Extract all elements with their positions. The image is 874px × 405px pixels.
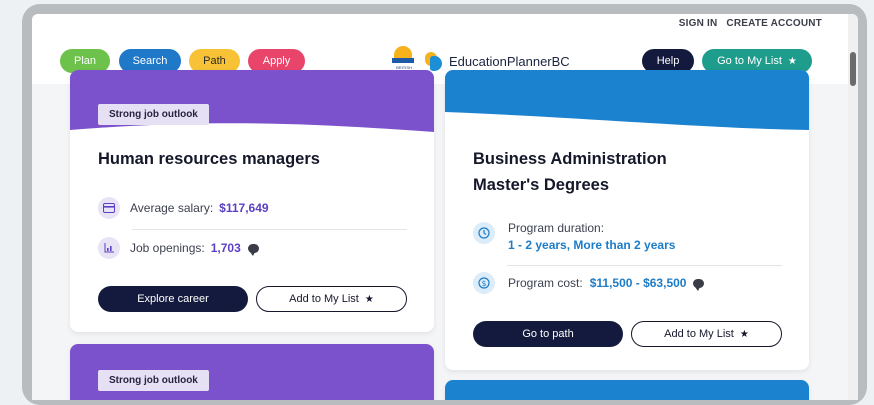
program-duration-value: 1 - 2 years, More than 2 years bbox=[508, 238, 676, 252]
career-card: Strong job outlook bbox=[70, 344, 434, 400]
go-to-my-list-label: Go to My List bbox=[717, 55, 782, 67]
program-cost-label: Program cost: bbox=[508, 276, 583, 290]
program-duration-row: Program duration: 1 - 2 years, More than… bbox=[473, 220, 675, 254]
star-icon: ★ bbox=[739, 328, 749, 340]
education-planner-logo-icon bbox=[425, 50, 443, 72]
clock-icon bbox=[473, 222, 495, 244]
program-title-line-1[interactable]: Business Administration bbox=[473, 146, 667, 172]
program-card: Business Administration Master's Degrees… bbox=[445, 70, 809, 370]
dollar-icon: $ bbox=[473, 272, 495, 294]
bar-chart-icon bbox=[98, 237, 120, 259]
career-add-to-my-list-button[interactable]: Add to My List ★ bbox=[256, 286, 407, 312]
explore-career-button[interactable]: Explore career bbox=[98, 286, 248, 312]
program-card bbox=[445, 380, 809, 400]
scrollbar-thumb[interactable] bbox=[850, 52, 856, 86]
job-openings-value: 1,703 bbox=[210, 241, 241, 255]
job-outlook-badge: Strong job outlook bbox=[98, 104, 209, 125]
account-links: SIGN IN CREATE ACCOUNT bbox=[673, 18, 822, 29]
salary-row: Average salary: $117,649 bbox=[98, 197, 269, 219]
salary-value: $117,649 bbox=[219, 201, 269, 215]
comment-icon[interactable] bbox=[247, 243, 259, 256]
program-cost-value: $11,500 - $63,500 bbox=[589, 276, 687, 290]
job-outlook-badge: Strong job outlook bbox=[98, 370, 209, 391]
browser-screen: SIGN IN CREATE ACCOUNT Plan Search Path … bbox=[32, 14, 858, 400]
career-card: Strong job outlook Human resources manag… bbox=[70, 70, 434, 332]
add-to-my-list-label: Add to My List bbox=[289, 293, 359, 305]
program-title-line-2[interactable]: Master's Degrees bbox=[473, 172, 609, 198]
program-card-band bbox=[445, 70, 809, 130]
program-cost-row: $ Program cost: $11,500 - $63,500 bbox=[473, 272, 705, 294]
salary-label: Average salary: bbox=[130, 201, 214, 215]
sign-in-link[interactable]: SIGN IN bbox=[679, 18, 718, 29]
job-openings-row: Job openings: 1,703 bbox=[98, 237, 259, 259]
divider bbox=[507, 265, 782, 266]
job-openings-label: Job openings: bbox=[130, 241, 205, 255]
program-add-to-my-list-button[interactable]: Add to My List ★ bbox=[631, 321, 782, 347]
program-duration-label: Program duration: bbox=[508, 221, 605, 235]
credit-card-icon bbox=[98, 197, 120, 219]
create-account-link[interactable]: CREATE ACCOUNT bbox=[726, 18, 822, 29]
divider bbox=[132, 229, 407, 230]
star-icon: ★ bbox=[364, 293, 374, 305]
page-scrollbar[interactable] bbox=[848, 14, 858, 400]
add-to-my-list-label: Add to My List bbox=[664, 328, 734, 340]
comment-icon[interactable] bbox=[693, 278, 705, 291]
svg-text:$: $ bbox=[482, 279, 487, 288]
brand-name: EducationPlannerBC bbox=[449, 53, 570, 69]
go-to-path-button[interactable]: Go to path bbox=[473, 321, 623, 347]
star-icon: ★ bbox=[787, 55, 797, 67]
career-title[interactable]: Human resources managers bbox=[98, 146, 320, 172]
program-card-band bbox=[445, 380, 809, 400]
